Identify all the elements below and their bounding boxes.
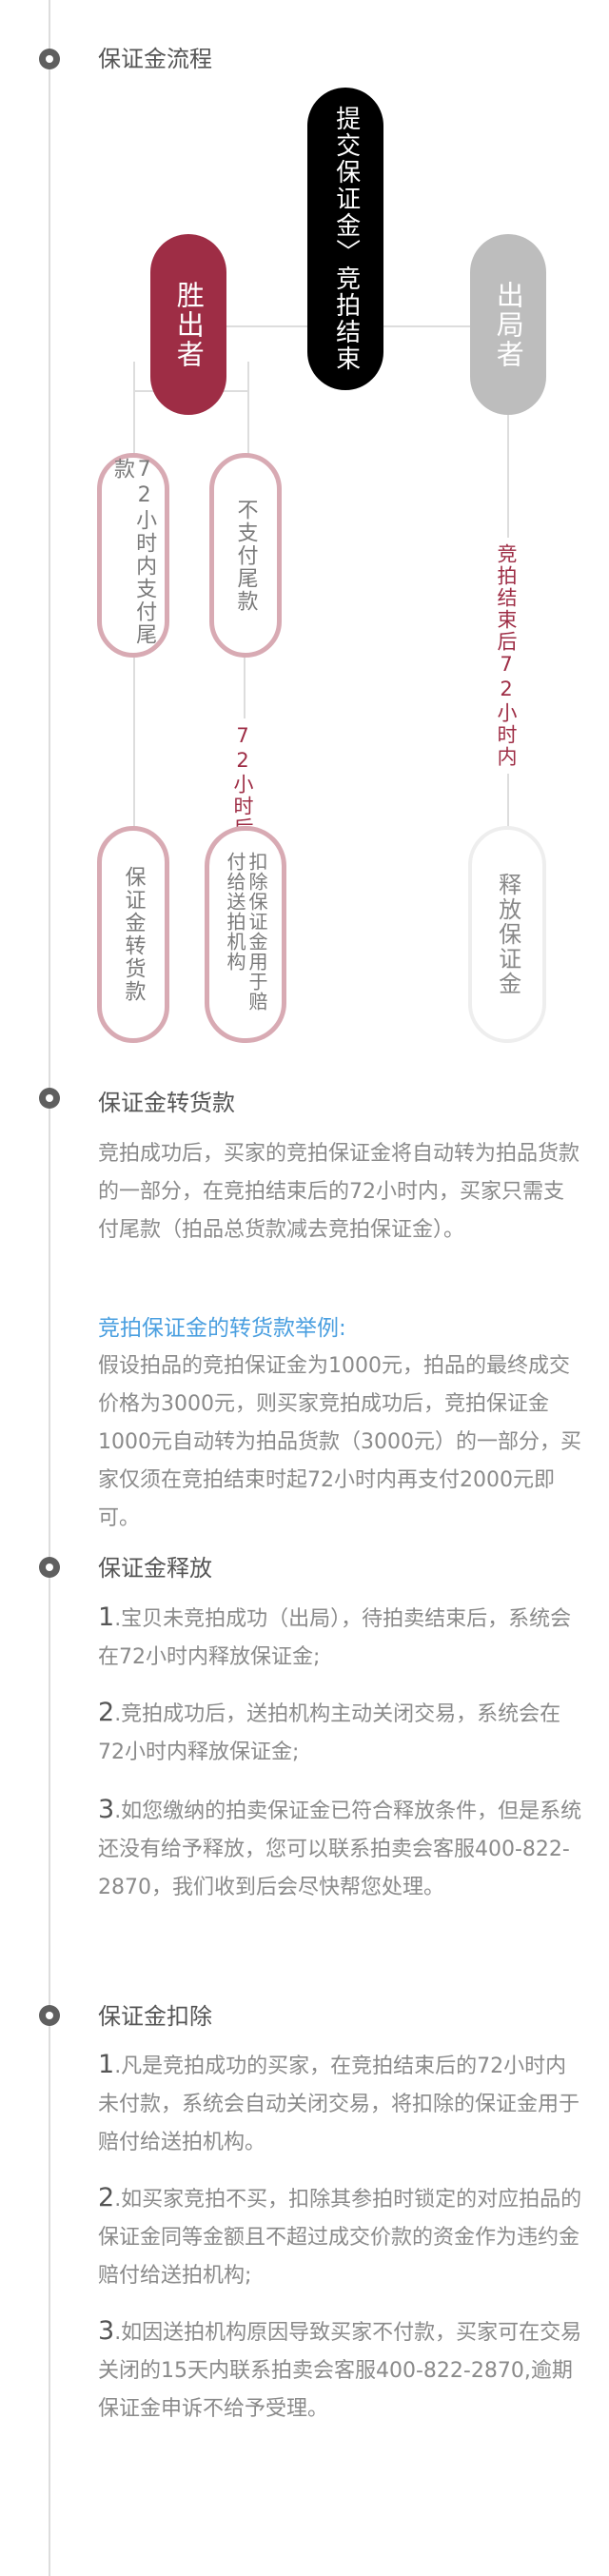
not-pay-pill: 不支付尾款 <box>209 453 282 658</box>
deposit-to-payment-pill: 保证金转货款 <box>97 826 169 1043</box>
item-number: 1 <box>98 2050 115 2079</box>
release-item: 1.宝贝未竞拍成功（出局），待拍卖结束后，系统会在72小时内释放保证金; <box>98 1599 585 1677</box>
section-title-deduct: 保证金扣除 <box>98 2003 212 2030</box>
loser-72h-note: 竞拍结束后72小时内 <box>495 538 518 774</box>
flow-connector <box>133 362 135 457</box>
timeline-dot-icon <box>39 1557 60 1578</box>
flow-connector <box>133 657 135 828</box>
deduct-deposit-pill: 扣除保证金用于赔付给送拍机构 <box>205 826 286 1043</box>
item-text: .如买家竞拍不买，扣除其参拍时锁定的对应拍品的保证金同等金额且不超过成交价款的资… <box>98 2188 582 2288</box>
timeline-dot-icon <box>39 1088 60 1109</box>
item-number: 2 <box>98 1698 115 1727</box>
section-title-release: 保证金释放 <box>98 1555 212 1582</box>
convert-example-title: 竞拍保证金的转货款举例: <box>98 1316 346 1341</box>
timeline-dot-icon <box>39 49 60 69</box>
item-text: .凡是竞拍成功的买家，在竞拍结束后的72小时内未付款，系统会自动关闭交易，将扣除… <box>98 2055 580 2154</box>
release-item: 3.如您缴纳的拍卖保证金已符合释放条件，但是系统还没有给予释放，您可以联系拍卖会… <box>98 1791 585 1907</box>
item-number: 1 <box>98 1603 115 1632</box>
release-item: 2.竞拍成功后，送拍机构主动关闭交易，系统会在72小时内释放保证金; <box>98 1694 585 1772</box>
submit-deposit-pill: 提交保证金〉竞拍结束 <box>307 88 383 390</box>
section-title-convert: 保证金转货款 <box>98 1090 235 1116</box>
item-text: .如您缴纳的拍卖保证金已符合释放条件，但是系统还没有给予释放，您可以联系拍卖会客… <box>98 1799 582 1899</box>
item-number: 2 <box>98 2183 115 2212</box>
timeline-dot-icon <box>39 2005 60 2026</box>
item-text: .宝贝未竞拍成功（出局），待拍卖结束后，系统会在72小时内释放保证金; <box>98 1607 572 1669</box>
item-text: .竞拍成功后，送拍机构主动关闭交易，系统会在72小时内释放保证金; <box>98 1702 561 1764</box>
section-title-flow: 保证金流程 <box>98 46 212 72</box>
timeline-line <box>49 0 50 2576</box>
convert-example-text: 假设拍品的竞拍保证金为1000元，拍品的最终成交价格为3000元，则买家竞拍成功… <box>98 1354 581 1530</box>
item-text: .如因送拍机构原因导致买家不付款，买家可在交易关闭的15天内联系拍卖会客服400… <box>98 2321 582 2421</box>
item-number: 3 <box>98 2316 115 2346</box>
item-number: 3 <box>98 1795 115 1824</box>
loser-pill: 出局者 <box>470 234 546 415</box>
deduct-item: 1.凡是竞拍成功的买家，在竞拍结束后的72小时内未付款，系统会自动关闭交易，将扣… <box>98 2046 585 2162</box>
deduct-item: 3.如因送拍机构原因导致买家不付款，买家可在交易关闭的15天内联系拍卖会客服40… <box>98 2312 585 2429</box>
pay-within-72h-pill: 72小时内支付尾款 <box>97 453 169 658</box>
deduct-item: 2.如买家竞拍不买，扣除其参拍时锁定的对应拍品的保证金同等金额且不超过成交价款的… <box>98 2179 585 2295</box>
release-deposit-pill: 释放保证金 <box>468 826 546 1043</box>
flow-connector <box>247 362 249 457</box>
deduct-deposit-label: 扣除保证金用于赔付给送拍机构 <box>224 851 268 1012</box>
winner-pill: 胜出者 <box>150 234 226 415</box>
convert-description: 竞拍成功后，买家的竞拍保证金将自动转为拍品货款的一部分，在竞拍结束后的72小时内… <box>98 1142 580 1242</box>
